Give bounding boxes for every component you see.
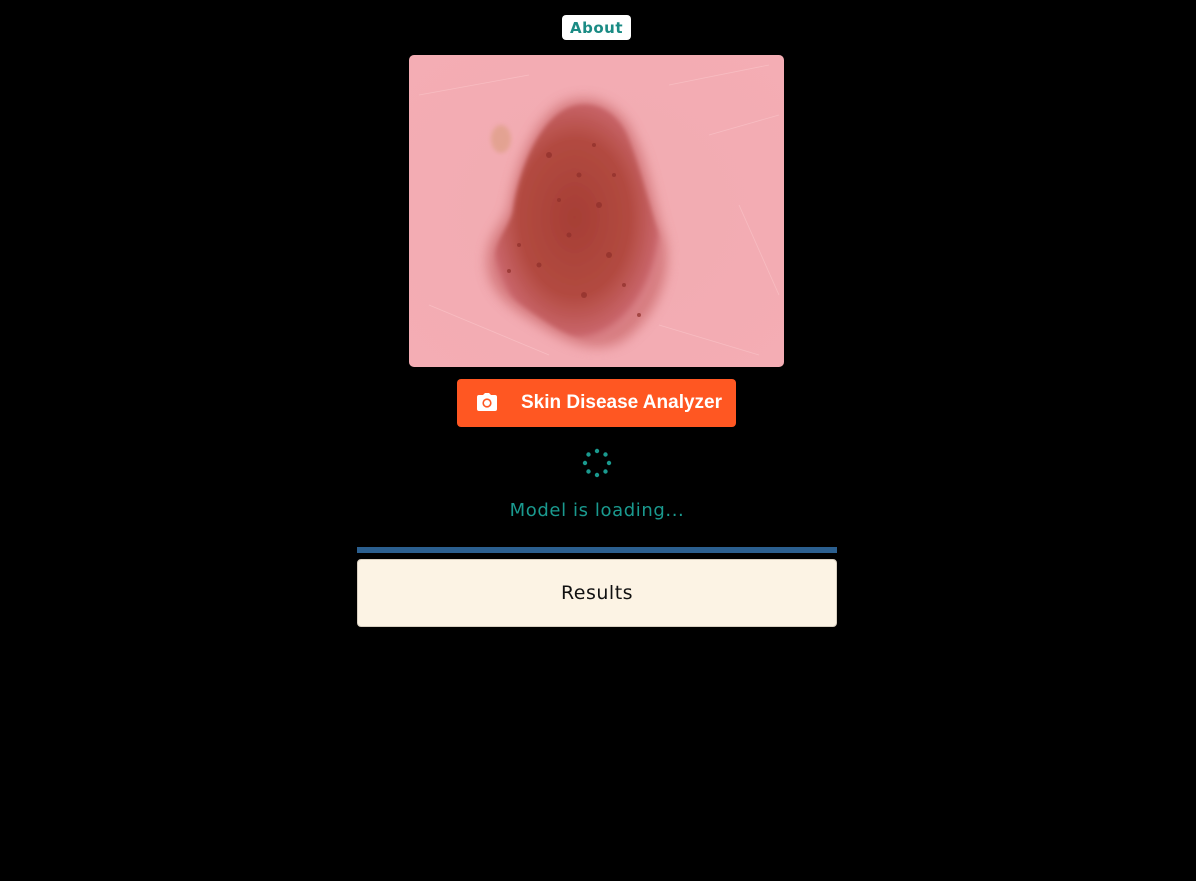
model-loading-status: Model is loading... — [509, 500, 685, 521]
about-button[interactable]: About — [562, 15, 631, 40]
analyzer-button-label: Skin Disease Analyzer — [521, 392, 723, 413]
camera-icon — [477, 393, 497, 411]
skin-lesion-image — [409, 55, 784, 367]
skin-disease-analyzer-button[interactable]: Skin Disease Analyzer — [457, 379, 736, 427]
loading-spinner-icon — [582, 448, 612, 478]
page: About Skin Disease Analyzer Model is loa… — [0, 0, 1196, 881]
results-panel: Results — [357, 559, 837, 627]
loading-progress-bar — [357, 547, 837, 553]
results-title: Results — [560, 582, 634, 604]
loading-progress-fill — [357, 547, 837, 553]
